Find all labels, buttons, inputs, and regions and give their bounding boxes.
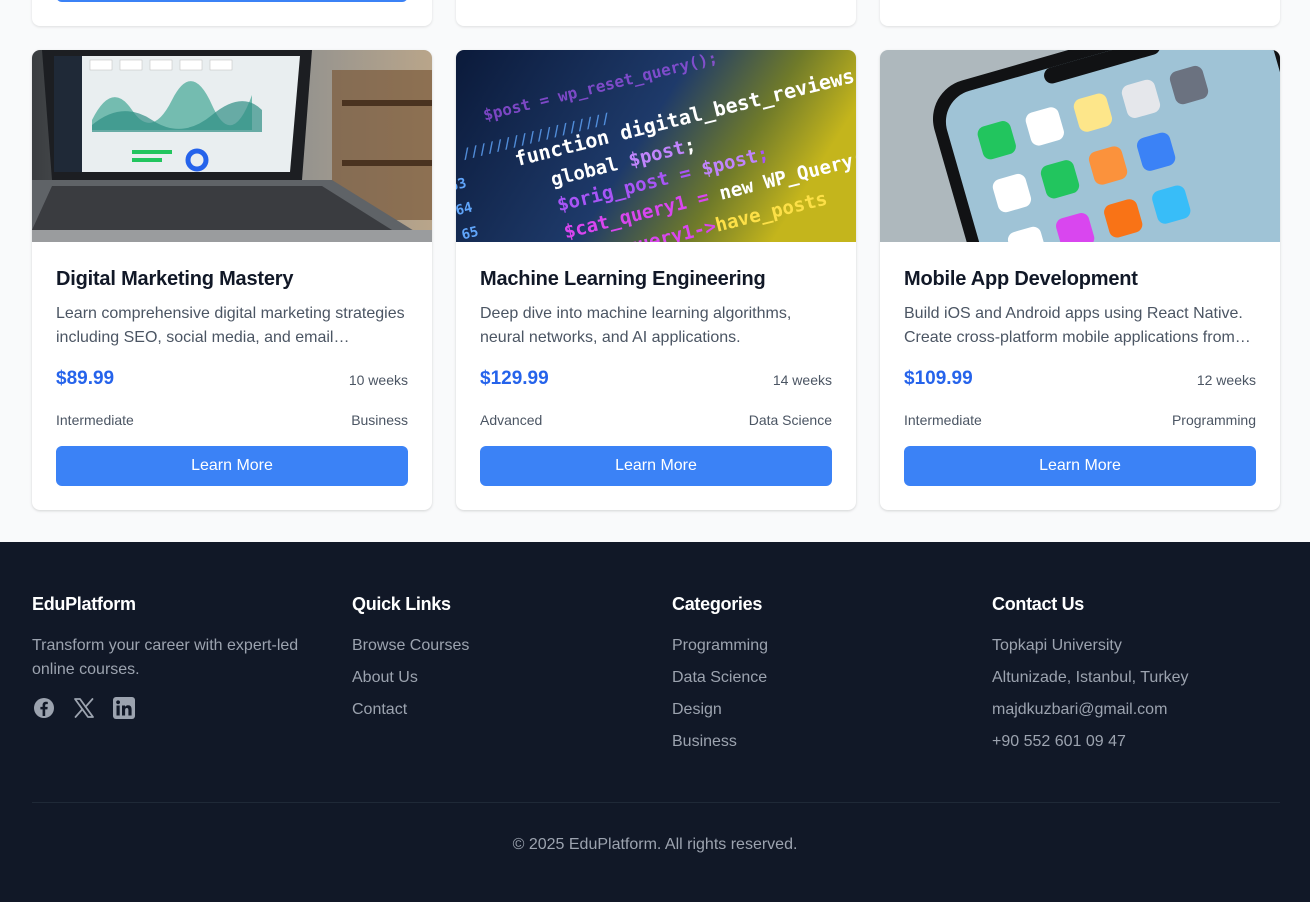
course-price: $109.99 [904, 368, 973, 389]
site-footer: EduPlatform Transform your career with e… [0, 542, 1310, 902]
footer-link-about-us[interactable]: About Us [352, 669, 418, 686]
list-item: Contact [352, 698, 652, 730]
learn-more-button[interactable]: Learn More [480, 446, 832, 486]
course-duration: 12 weeks [1196, 372, 1256, 388]
course-category: Business [351, 412, 408, 428]
course-level: Advanced [480, 412, 543, 428]
course-description: Deep dive into machine learning algorith… [480, 305, 792, 346]
contact-email-link[interactable]: majdkuzbari@gmail.com [992, 701, 1167, 718]
footer-contact-column: Contact Us Topkapi University Altunizade… [992, 592, 1292, 762]
course-duration: 14 weeks [772, 372, 832, 388]
laptop-analytics-image [32, 50, 432, 242]
course-duration: 10 weeks [348, 372, 408, 388]
smartphone-image [880, 50, 1280, 242]
list-item: Business [672, 730, 972, 762]
footer-tagline: Transform your career with expert-led on… [32, 637, 299, 678]
contact-list: Topkapi University Altunizade, Istanbul,… [992, 634, 1292, 762]
contact-address-text: Altunizade, Istanbul, Turkey [992, 669, 1189, 686]
course-price: $89.99 [56, 368, 115, 389]
contact-address: Altunizade, Istanbul, Turkey [992, 666, 1292, 698]
footer-brand-column: EduPlatform Transform your career with e… [32, 592, 332, 719]
course-grid: Digital Marketing Mastery Learn comprehe… [32, 50, 1280, 510]
learn-more-button[interactable]: Learn More [56, 446, 408, 486]
course-description: Learn comprehensive digital marketing st… [56, 305, 405, 346]
linkedin-icon[interactable] [112, 696, 136, 720]
course-card-partial [456, 0, 856, 26]
course-title: Machine Learning Engineering [480, 268, 766, 290]
list-item: Browse Courses [352, 634, 652, 666]
footer-quick-links-title: Quick Links [352, 594, 451, 614]
contact-university: Topkapi University [992, 634, 1292, 666]
footer-quick-links-column: Quick Links Browse Courses About Us Cont… [352, 592, 652, 730]
learn-more-button-partial[interactable] [56, 0, 408, 2]
source-code-image: $post = wp_reset_query(); //////////////… [456, 50, 856, 242]
course-card: Digital Marketing Mastery Learn comprehe… [32, 50, 432, 510]
facebook-icon[interactable] [32, 696, 56, 720]
footer-brand-title: EduPlatform [32, 594, 136, 614]
x-twitter-icon[interactable] [72, 696, 96, 720]
smartphone-icon [880, 50, 1280, 242]
contact-email: majdkuzbari@gmail.com [992, 698, 1292, 730]
quick-links-list: Browse Courses About Us Contact [352, 634, 652, 730]
footer-link-programming[interactable]: Programming [672, 637, 768, 654]
list-item: Programming [672, 634, 972, 666]
footer-categories-column: Categories Programming Data Science Desi… [672, 592, 972, 762]
contact-phone-link[interactable]: +90 552 601 09 47 [992, 733, 1126, 750]
laptop-analytics-icon [32, 50, 432, 242]
course-category: Programming [1171, 412, 1256, 428]
course-title: Mobile App Development [904, 268, 1138, 290]
contact-university-text: Topkapi University [992, 637, 1122, 654]
course-level: Intermediate [56, 412, 134, 428]
list-item: About Us [352, 666, 652, 698]
course-grid-section: Digital Marketing Mastery Learn comprehe… [0, 0, 1310, 542]
footer-link-business[interactable]: Business [672, 733, 737, 750]
source-code-icon: $post = wp_reset_query(); //////////////… [456, 50, 856, 242]
course-title: Digital Marketing Mastery [56, 268, 294, 290]
contact-phone: +90 552 601 09 47 [992, 730, 1292, 762]
course-price: $129.99 [480, 368, 549, 389]
footer-link-contact[interactable]: Contact [352, 701, 407, 718]
previous-row-cards [32, 0, 1280, 26]
copyright-text: © 2025 EduPlatform. All rights reserved. [512, 836, 798, 853]
course-card-partial [32, 0, 432, 26]
list-item: Data Science [672, 666, 972, 698]
list-item: Design [672, 698, 972, 730]
course-card-partial [880, 0, 1280, 26]
footer-categories-title: Categories [672, 594, 763, 614]
categories-list: Programming Data Science Design Business [672, 634, 972, 762]
footer-link-data-science[interactable]: Data Science [672, 669, 767, 686]
course-level: Intermediate [904, 412, 982, 428]
footer-link-design[interactable]: Design [672, 701, 722, 718]
course-card: $post = wp_reset_query(); //////////////… [456, 50, 856, 510]
learn-more-button[interactable]: Learn More [904, 446, 1256, 486]
course-card: Mobile App Development Build iOS and And… [880, 50, 1280, 510]
footer-contact-title: Contact Us [992, 594, 1085, 614]
footer-divider [32, 802, 1280, 803]
course-category: Data Science [748, 412, 832, 428]
course-description: Build iOS and Android apps using React N… [904, 305, 1243, 346]
footer-link-browse-courses[interactable]: Browse Courses [352, 637, 469, 654]
